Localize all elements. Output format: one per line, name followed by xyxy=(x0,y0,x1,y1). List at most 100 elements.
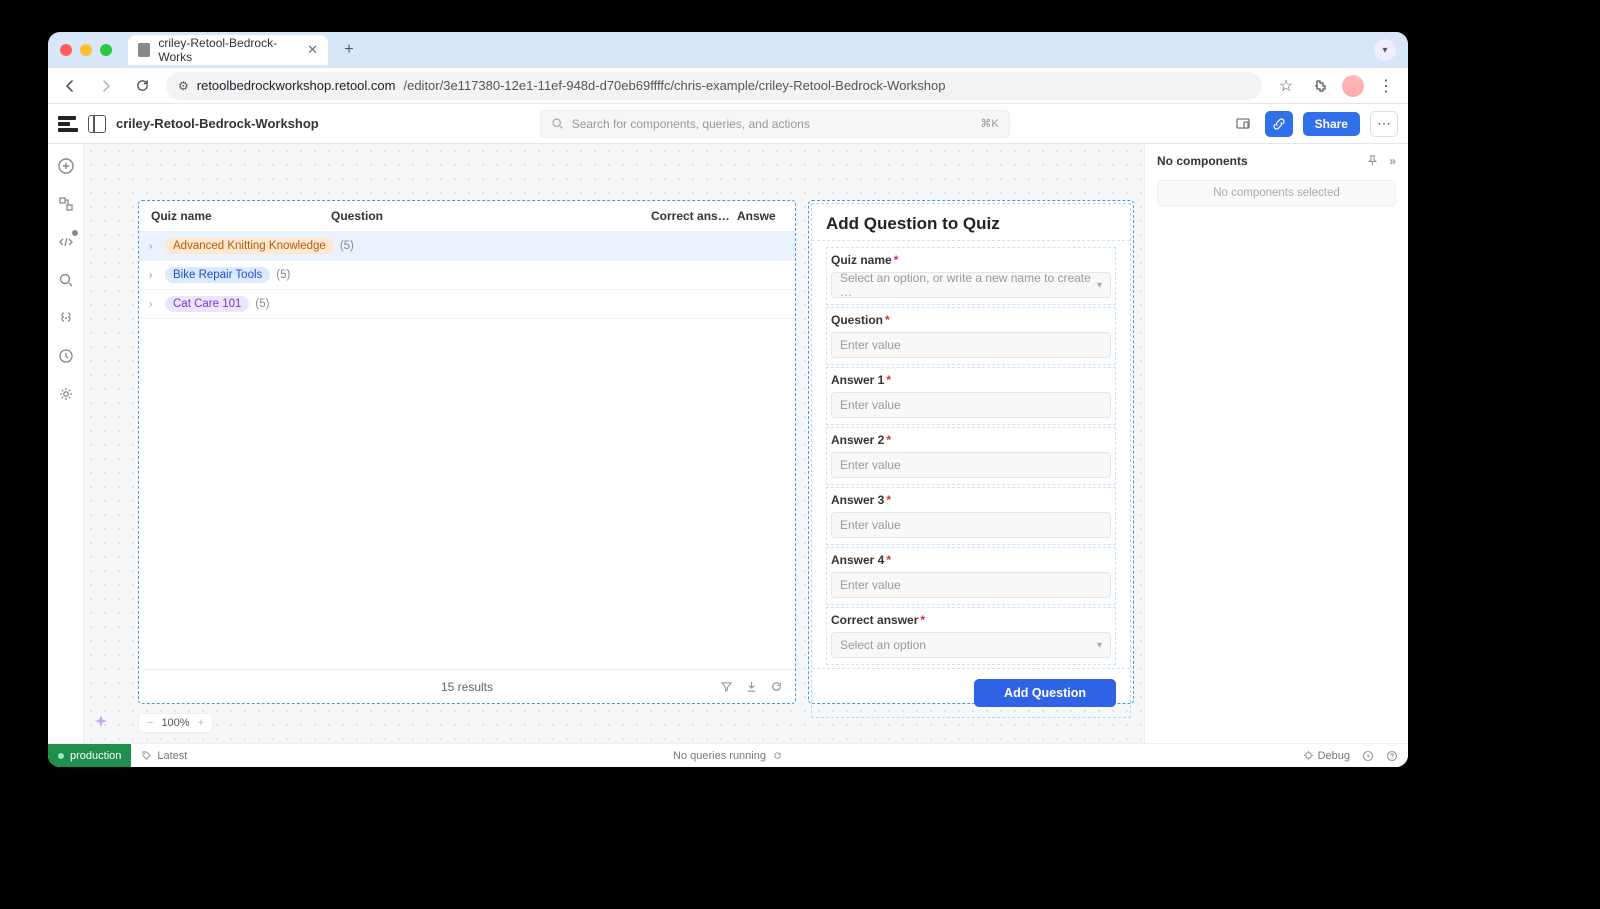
quiz-name-select[interactable]: Select an option, or write a new name to… xyxy=(831,272,1111,298)
settings-icon[interactable] xyxy=(56,384,76,404)
expand-icon[interactable]: › xyxy=(149,299,159,310)
extensions-icon[interactable] xyxy=(1308,74,1332,98)
required-icon: * xyxy=(885,313,890,327)
zoom-value: 100% xyxy=(161,717,189,729)
answer4-input[interactable]: Enter value xyxy=(831,572,1111,598)
code-icon[interactable] xyxy=(56,232,76,252)
table-row[interactable]: › Bike Repair Tools (5) xyxy=(139,261,795,290)
form-title: Add Question to Quiz xyxy=(812,204,1130,241)
queries-label: No queries running xyxy=(673,750,766,762)
share-button[interactable]: Share xyxy=(1303,112,1360,136)
add-icon[interactable] xyxy=(56,156,76,176)
zoom-in-icon[interactable]: + xyxy=(198,717,204,729)
panel-toggle-icon[interactable] xyxy=(88,115,106,133)
mac-titlebar: criley-Retool-Bedrock-Works ✕ + ▾ xyxy=(48,32,1408,68)
table-row[interactable]: › Advanced Knitting Knowledge (5) xyxy=(139,232,795,261)
quiz-name-label: Quiz name xyxy=(831,253,892,267)
chrome-menu-icon[interactable]: ⋮ xyxy=(1374,74,1398,98)
reload-button[interactable] xyxy=(130,74,154,98)
col-quiz-name[interactable]: Quiz name xyxy=(151,209,331,223)
url-path: /editor/3e117380-12e1-11ef-948d-d70eb69f… xyxy=(403,78,945,93)
share-link-button[interactable] xyxy=(1265,111,1293,137)
filter-icon[interactable] xyxy=(720,680,733,693)
answer3-label: Answer 3 xyxy=(831,493,884,507)
close-window-icon[interactable] xyxy=(60,44,72,56)
search-shortcut: ⌘K xyxy=(980,117,998,130)
close-tab-icon[interactable]: ✕ xyxy=(307,42,318,58)
clock-icon[interactable] xyxy=(1362,750,1374,762)
query-status[interactable]: No queries running xyxy=(673,750,783,762)
question-input[interactable]: Enter value xyxy=(831,332,1111,358)
url-domain: retoolbedrockworkshop.retool.com xyxy=(197,78,396,93)
bookmark-icon[interactable]: ☆ xyxy=(1274,74,1298,98)
zoom-control[interactable]: − 100% + xyxy=(138,713,213,733)
inspector-title: No components xyxy=(1157,154,1248,168)
answer1-label: Answer 1 xyxy=(831,373,884,387)
tree-icon[interactable] xyxy=(56,194,76,214)
responsive-icon[interactable] xyxy=(1231,112,1255,136)
favicon-icon xyxy=(138,43,150,57)
placeholder: Enter value xyxy=(840,518,901,532)
placeholder: Enter value xyxy=(840,578,901,592)
inspector-sidebar: No components » No components selected xyxy=(1144,144,1408,743)
state-icon[interactable] xyxy=(56,308,76,328)
new-tab-button[interactable]: + xyxy=(336,37,362,63)
back-button[interactable] xyxy=(58,74,82,98)
forward-button[interactable] xyxy=(94,74,118,98)
add-question-panel[interactable]: Add Question to Quiz Quiz name* Select a… xyxy=(808,200,1134,704)
correct-answer-select[interactable]: Select an option ▾ xyxy=(831,632,1111,658)
debug-button[interactable]: Debug xyxy=(1303,750,1350,762)
required-icon: * xyxy=(894,253,899,267)
placeholder: Enter value xyxy=(840,338,901,352)
quiz-pill: Advanced Knitting Knowledge xyxy=(165,238,334,254)
required-icon: * xyxy=(920,613,925,627)
maximize-window-icon[interactable] xyxy=(100,44,112,56)
main-area: Quiz name Question Correct ans… Answe › … xyxy=(48,144,1408,743)
traffic-lights xyxy=(60,44,112,56)
refresh-icon[interactable] xyxy=(770,680,783,693)
site-settings-icon[interactable]: ⚙ xyxy=(178,79,189,93)
browser-tab[interactable]: criley-Retool-Bedrock-Works ✕ xyxy=(128,35,328,65)
collapse-icon[interactable]: » xyxy=(1389,154,1396,168)
table-row[interactable]: › Cat Care 101 (5) xyxy=(139,290,795,319)
editor-canvas[interactable]: Quiz name Question Correct ans… Answe › … xyxy=(84,144,1144,743)
search-rail-icon[interactable] xyxy=(56,270,76,290)
download-icon[interactable] xyxy=(745,680,758,693)
col-correct-answer[interactable]: Correct ans… xyxy=(651,209,737,223)
retool-logo-icon[interactable] xyxy=(58,116,78,132)
quiz-name-placeholder: Select an option, or write a new name to… xyxy=(840,271,1102,299)
tab-title: criley-Retool-Bedrock-Works xyxy=(158,36,293,64)
field-answer1: Answer 1* Enter value xyxy=(826,367,1116,425)
environment-tag[interactable]: production xyxy=(48,744,131,767)
debug-label: Debug xyxy=(1318,750,1350,762)
help-icon[interactable] xyxy=(1386,750,1398,762)
add-question-button[interactable]: Add Question xyxy=(974,679,1116,707)
answer2-input[interactable]: Enter value xyxy=(831,452,1111,478)
zoom-out-icon[interactable]: − xyxy=(147,717,153,729)
col-question[interactable]: Question xyxy=(331,209,651,223)
tabs-dropdown-icon[interactable]: ▾ xyxy=(1374,39,1396,61)
quiz-table-panel[interactable]: Quiz name Question Correct ans… Answe › … xyxy=(138,200,796,704)
answer3-input[interactable]: Enter value xyxy=(831,512,1111,538)
chevron-down-icon: ▾ xyxy=(1097,640,1102,651)
url-bar[interactable]: ⚙ retoolbedrockworkshop.retool.com/edito… xyxy=(166,72,1262,100)
search-placeholder: Search for components, queries, and acti… xyxy=(572,117,810,131)
profile-avatar[interactable] xyxy=(1342,75,1364,97)
pin-icon[interactable] xyxy=(1366,154,1379,168)
row-count: (5) xyxy=(276,269,290,281)
form-card: Add Question to Quiz Quiz name* Select a… xyxy=(811,203,1131,718)
command-search[interactable]: Search for components, queries, and acti… xyxy=(540,110,1010,138)
required-icon: * xyxy=(886,493,891,507)
answer1-input[interactable]: Enter value xyxy=(831,392,1111,418)
ai-sparkle-icon[interactable] xyxy=(92,713,112,733)
table-header: Quiz name Question Correct ans… Answe xyxy=(139,201,795,232)
history-icon[interactable] xyxy=(56,346,76,366)
minimize-window-icon[interactable] xyxy=(80,44,92,56)
release-latest[interactable]: Latest xyxy=(131,750,197,762)
more-menu-button[interactable]: ⋯ xyxy=(1370,111,1398,137)
form-footer: Add Question xyxy=(812,668,1130,717)
placeholder: Select an option xyxy=(840,638,926,652)
expand-icon[interactable]: › xyxy=(149,270,159,281)
col-answer[interactable]: Answe xyxy=(737,209,783,223)
expand-icon[interactable]: › xyxy=(149,241,159,252)
